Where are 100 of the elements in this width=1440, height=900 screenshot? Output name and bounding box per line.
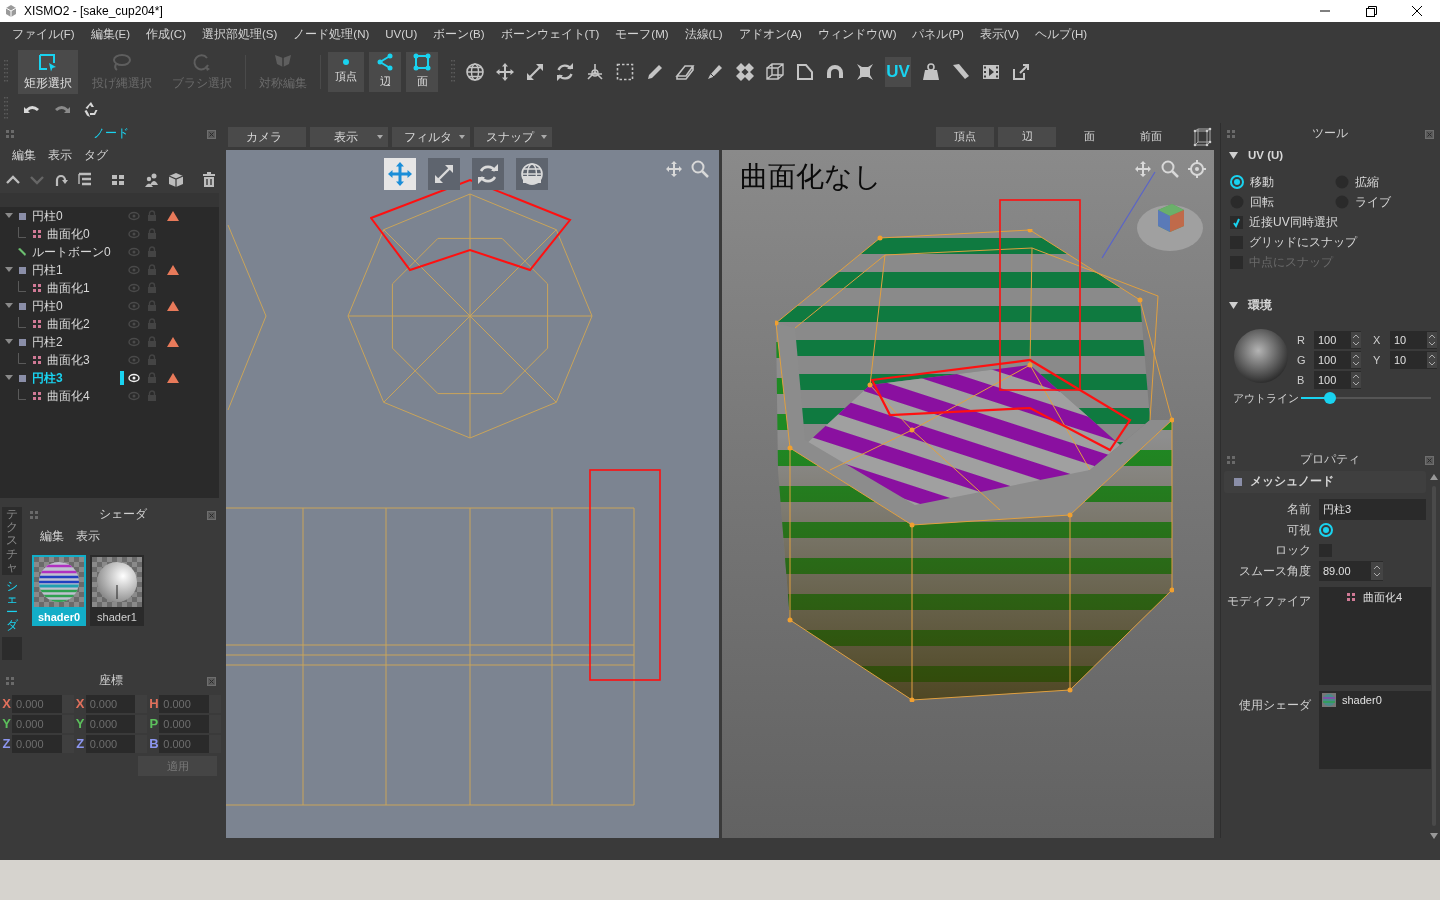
shader-list-item[interactable]: shader0	[1319, 692, 1431, 708]
wireframe-box-icon[interactable]	[1192, 126, 1212, 147]
panel-grip-handle[interactable]	[30, 511, 38, 519]
grid-icon[interactable]	[110, 172, 127, 188]
list-icon[interactable]	[77, 172, 93, 188]
lock-icon[interactable]	[147, 210, 157, 222]
close-icon[interactable]	[1425, 455, 1434, 465]
panel-menu-item[interactable]: 編集	[6, 147, 42, 165]
number-spin-field[interactable]: 100	[1314, 351, 1361, 369]
menu-item[interactable]: パネル(P)	[904, 26, 972, 44]
tree-item-label[interactable]: 円柱1	[32, 261, 63, 279]
expand-toggle-icon[interactable]	[4, 375, 13, 381]
cross-shape-icon[interactable]	[735, 61, 755, 82]
checkbox-option[interactable]: グリッドにスナップ	[1221, 232, 1440, 252]
radio-option[interactable]: 拡縮	[1335, 172, 1440, 192]
pan-icon[interactable]	[665, 160, 683, 178]
menu-item[interactable]: 編集(E)	[82, 26, 139, 44]
scrollbar[interactable]	[1430, 474, 1438, 839]
radio-selected-icon[interactable]	[1319, 523, 1333, 537]
tree-item-label[interactable]: 曲面化4	[47, 387, 90, 405]
panel-menu-item[interactable]: 編集	[34, 528, 70, 546]
expand-toggle-icon[interactable]	[1229, 152, 1238, 160]
close-icon[interactable]	[207, 510, 216, 520]
view-mode-button[interactable]: 辺	[998, 126, 1056, 147]
view-mode-button[interactable]: 頂点	[936, 126, 994, 147]
mode-button[interactable]: 辺	[369, 51, 401, 92]
side-tab[interactable]: シェーダ	[2, 577, 22, 635]
globe-icon[interactable]	[465, 61, 485, 82]
radio-option[interactable]: 回転	[1230, 192, 1335, 212]
name-field[interactable]: 円柱3	[1319, 498, 1426, 520]
number-spin-field[interactable]: 100	[1314, 371, 1361, 389]
expand-toggle-icon[interactable]	[4, 213, 13, 219]
slider-thumb[interactable]	[1323, 392, 1336, 404]
box-icon[interactable]	[167, 172, 184, 188]
mode-button[interactable]: 頂点	[328, 51, 364, 92]
viewport-menu-button[interactable]: 表示	[310, 126, 388, 147]
uv-button[interactable]: UV	[885, 56, 911, 87]
number-spin-field[interactable]: 89.00	[1319, 561, 1383, 581]
menu-item[interactable]: ヘルプ(H)	[1027, 26, 1096, 44]
menu-item[interactable]: 選択部処理(S)	[194, 26, 286, 44]
move-icon[interactable]	[495, 61, 515, 82]
search-icon[interactable]	[691, 160, 709, 178]
tree-item-label[interactable]: 曲面化1	[47, 279, 90, 297]
panel-menu-item[interactable]: 表示	[42, 147, 78, 165]
select-tool-button[interactable]: 矩形選択	[18, 49, 78, 94]
slider[interactable]	[1301, 392, 1431, 404]
trash-icon[interactable]	[201, 172, 217, 188]
lock-icon[interactable]	[147, 264, 157, 276]
pan-icon[interactable]	[1134, 160, 1152, 178]
search-icon[interactable]	[1161, 160, 1179, 178]
close-icon[interactable]	[1425, 129, 1434, 139]
viewport-menu-button[interactable]: フィルタ	[392, 126, 470, 147]
tree-item-label[interactable]: 円柱0	[32, 297, 63, 315]
close-icon[interactable]	[207, 129, 216, 139]
menu-item[interactable]: UV(U)	[377, 26, 426, 44]
menu-item[interactable]: 法線(L)	[676, 26, 731, 44]
radio-option[interactable]: ライブ	[1335, 192, 1440, 212]
view-mode-button[interactable]: 前面	[1122, 126, 1180, 147]
tree-item-label[interactable]: ルートボーン0	[32, 243, 111, 261]
orbit-icon[interactable]	[1188, 160, 1206, 178]
number-spin-field[interactable]: 10	[1390, 351, 1437, 369]
close-icon[interactable]	[207, 676, 216, 686]
lock-icon[interactable]	[147, 318, 157, 330]
scale-icon[interactable]	[525, 61, 545, 82]
crop-icon[interactable]	[1011, 61, 1031, 82]
tree-item-label[interactable]: 曲面化2	[47, 315, 90, 333]
uv-tool-button[interactable]	[384, 158, 416, 190]
panel-menu-item[interactable]: 表示	[70, 528, 106, 546]
page-shape-icon[interactable]	[795, 61, 815, 82]
lock-icon[interactable]	[147, 300, 157, 312]
shader-thumbnail[interactable]: shader1	[90, 555, 144, 626]
menu-item[interactable]: ファイル(F)	[4, 26, 83, 44]
menu-item[interactable]: ノード処理(N)	[285, 26, 378, 44]
tree-item-label[interactable]: 曲面化3	[47, 351, 90, 369]
lock-icon[interactable]	[147, 282, 157, 294]
dashed-rectangle-icon[interactable]	[615, 61, 635, 82]
menu-item[interactable]: ウィンドウ(W)	[809, 26, 905, 44]
rotate-icon[interactable]	[555, 61, 575, 82]
tree-item-label[interactable]: 円柱0	[32, 207, 63, 225]
lock-icon[interactable]	[147, 372, 157, 384]
wireframe-cube-icon[interactable]	[765, 61, 785, 82]
modifier-list-item[interactable]: 曲面化4	[1319, 589, 1431, 605]
tree-item-label[interactable]: 円柱3	[32, 369, 63, 387]
lock-icon[interactable]	[147, 354, 157, 366]
checkbox-option[interactable]: 近接UV同時選択	[1221, 212, 1440, 232]
people-icon[interactable]	[143, 172, 160, 188]
mode-button[interactable]: 面	[406, 51, 438, 92]
uv-tool-button[interactable]	[428, 158, 460, 190]
viewport-menu-button[interactable]: カメラ	[228, 126, 306, 147]
tree-item-label[interactable]: 曲面化0	[47, 225, 90, 243]
number-spin-field[interactable]: 100	[1314, 331, 1361, 349]
menu-item[interactable]: モーフ(M)	[607, 26, 677, 44]
viewport-menu-button[interactable]: スナップ	[474, 126, 552, 147]
weight-icon[interactable]	[921, 61, 941, 82]
expand-toggle-icon[interactable]	[4, 267, 13, 273]
menu-item[interactable]: アドオン(A)	[730, 26, 810, 44]
radio-option[interactable]: 移動	[1230, 172, 1335, 192]
lock-icon[interactable]	[147, 336, 157, 348]
tripod-icon[interactable]	[585, 61, 605, 82]
3d-viewport[interactable]: 曲面化なし	[722, 150, 1214, 838]
